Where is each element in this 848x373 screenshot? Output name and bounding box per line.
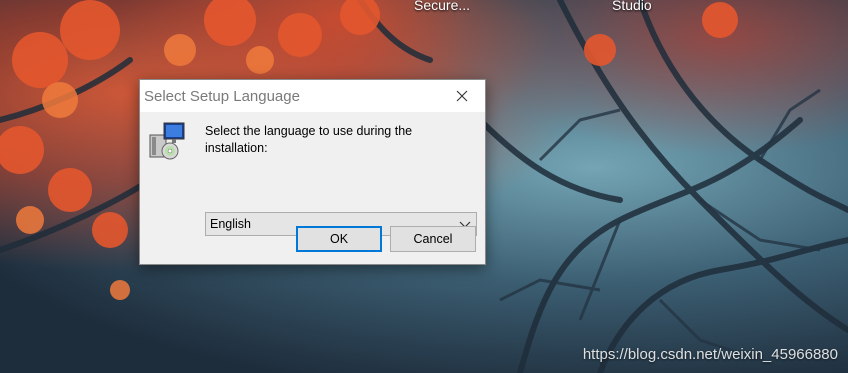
language-dropdown-value: English [210,217,251,231]
desktop-icon-label-secure[interactable]: Secure... [414,0,470,13]
dialog-title: Select Setup Language [144,88,300,105]
ok-button[interactable]: OK [296,226,382,252]
desktop-background: Secure... Studio https://blog.csdn.net/w… [0,0,848,373]
setup-language-dialog: Select Setup Language Select the languag… [139,79,486,265]
setup-installer-icon [149,122,185,160]
watermark-url: https://blog.csdn.net/weixin_45966880 [582,346,838,363]
close-button[interactable] [439,80,485,111]
desktop-icon-label-studio[interactable]: Studio [612,0,652,13]
language-prompt: Select the language to use during the in… [205,124,413,155]
dialog-titlebar[interactable]: Select Setup Language [140,80,485,112]
dialog-body: Select the language to use during the in… [140,112,485,264]
cancel-button[interactable]: Cancel [390,226,476,252]
close-icon [456,90,468,101]
